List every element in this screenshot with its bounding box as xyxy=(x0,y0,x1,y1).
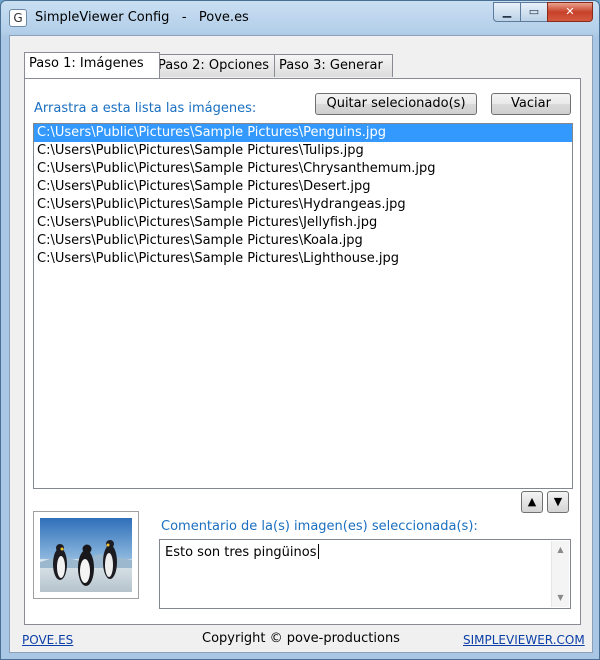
move-down-button[interactable]: ▼ xyxy=(547,491,569,513)
maximize-button[interactable]: ▭ xyxy=(520,2,548,22)
scroll-down-icon[interactable]: ▼ xyxy=(552,591,569,605)
file-list-item[interactable]: C:\Users\Public\Pictures\Sample Pictures… xyxy=(34,124,572,142)
close-button[interactable]: ✕ xyxy=(547,2,593,22)
arrow-up-icon: ▲ xyxy=(527,495,537,508)
simpleviewer-link[interactable]: SIMPLEVIEWER.COM xyxy=(463,633,585,647)
comment-scrollbar[interactable]: ▲ ▼ xyxy=(551,541,569,607)
pove-es-link[interactable]: POVE.ES xyxy=(22,633,73,647)
title-bar[interactable]: G SimpleViewer Config - Pove.es ▁ ▭ ✕ xyxy=(1,1,599,35)
image-preview-thumbnail xyxy=(33,511,139,599)
tab-paso-2[interactable]: Paso 2: Opciones xyxy=(153,54,279,77)
file-list-item[interactable]: C:\Users\Public\Pictures\Sample Pictures… xyxy=(34,196,572,214)
move-up-button[interactable]: ▲ xyxy=(521,491,543,513)
text-caret xyxy=(317,544,319,559)
app-window: G SimpleViewer Config - Pove.es ▁ ▭ ✕ Pa… xyxy=(0,0,600,660)
clear-list-button[interactable]: Vaciar xyxy=(491,93,571,115)
comment-textarea[interactable]: Esto son tres pingüinos ▲ ▼ xyxy=(159,539,571,609)
scroll-up-icon[interactable]: ▲ xyxy=(552,543,569,557)
minimize-button[interactable]: ▁ xyxy=(493,2,521,22)
window-title: SimpleViewer Config - Pove.es xyxy=(35,10,249,25)
comment-text: Esto son tres pingüinos xyxy=(165,545,317,560)
copyright-text: Copyright © pove-productions xyxy=(202,631,400,646)
file-list-item[interactable]: C:\Users\Public\Pictures\Sample Pictures… xyxy=(34,160,572,178)
tab-panel-imagenes: Arrastra a esta lista las imágenes: Quit… xyxy=(24,78,581,625)
file-list-item[interactable]: C:\Users\Public\Pictures\Sample Pictures… xyxy=(34,178,572,196)
file-list-item[interactable]: C:\Users\Public\Pictures\Sample Pictures… xyxy=(34,214,572,232)
tab-paso-1[interactable]: Paso 1: Imágenes xyxy=(24,52,160,78)
comment-label: Comentario de la(s) imagen(es) seleccion… xyxy=(161,519,478,534)
tab-paso-3[interactable]: Paso 3: Generar xyxy=(274,54,393,77)
file-list-item[interactable]: C:\Users\Public\Pictures\Sample Pictures… xyxy=(34,232,572,250)
drag-images-label: Arrastra a esta lista las imágenes: xyxy=(34,101,257,116)
file-list-item[interactable]: C:\Users\Public\Pictures\Sample Pictures… xyxy=(34,250,572,268)
window-controls: ▁ ▭ ✕ xyxy=(493,2,593,22)
client-area: Paso 1: Imágenes Paso 2: Opciones Paso 3… xyxy=(9,35,593,653)
penguins-preview-image xyxy=(40,518,132,592)
image-file-list[interactable]: C:\Users\Public\Pictures\Sample Pictures… xyxy=(33,123,573,489)
app-icon: G xyxy=(9,9,27,27)
remove-selected-button[interactable]: Quitar selecionado(s) xyxy=(315,93,477,115)
arrow-down-icon: ▼ xyxy=(553,495,563,508)
file-list-item[interactable]: C:\Users\Public\Pictures\Sample Pictures… xyxy=(34,142,572,160)
